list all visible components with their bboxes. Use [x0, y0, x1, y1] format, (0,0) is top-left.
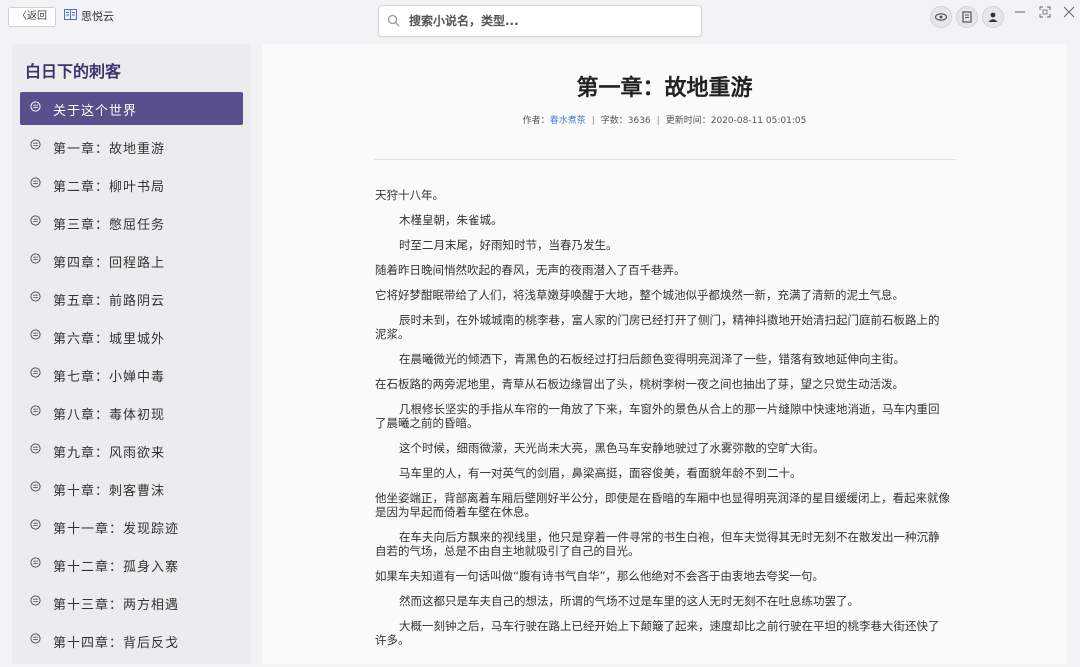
word-count: 3636	[627, 116, 651, 126]
paragraph: 天狩十八年。	[375, 188, 444, 202]
paragraph: 大概一刻钟之后，马车行驶在路上已经开始上下颠簸了起来，速度却比之前行驶在平坦的桃…	[375, 619, 940, 647]
chapter-label: 第四章：回程路上	[53, 256, 166, 271]
chapter-label: 第一章：故地重游	[53, 142, 166, 157]
chapter-item[interactable]: 第四章：回程路上	[20, 244, 243, 277]
close-icon[interactable]	[1062, 5, 1076, 19]
chapter-item[interactable]: 第五章：前路阴云	[20, 282, 243, 315]
paragraph: 时至二月末尾，好雨知时节，当春乃发生。	[399, 238, 618, 252]
chapter-icon	[30, 405, 41, 416]
chapter-label: 第六章：城里城外	[53, 332, 166, 347]
chapter-icon	[30, 595, 41, 606]
paragraph: 如果车夫知道有一句话叫做“腹有诗书气自华”，那么他绝对不会吝于由衷地去夸奖一句。	[375, 569, 824, 583]
user-button[interactable]	[982, 6, 1004, 28]
chapter-item[interactable]: 第十一章：发现踪迹	[20, 510, 243, 543]
chapter-item[interactable]: 第十四章：背后反戈	[20, 624, 243, 657]
chapter-icon	[30, 291, 41, 302]
minimize-icon[interactable]	[1013, 5, 1027, 19]
chapter-item[interactable]: 第三章：憋屈任务	[20, 206, 243, 239]
app-logo-icon	[64, 9, 77, 20]
chapter-label: 第五章：前路阴云	[53, 294, 166, 309]
paragraph: 木槿皇朝，朱雀城。	[399, 213, 503, 227]
view-button[interactable]	[930, 6, 952, 28]
paragraph: 在石板路的两旁泥地里，青草从石板边缘冒出了头，桃树李树一夜之间也抽出了芽，望之只…	[375, 377, 904, 391]
chapter-label: 第十三章：两方相遇	[53, 598, 180, 613]
paragraph: 辰时未到，在外城城南的桃李巷，富人家的门房已经打开了侧门，精神抖擞地开始清扫起门…	[375, 313, 940, 341]
chapter-sidebar: 白日下的刺客 关于这个世界第一章：故地重游 第二章：柳叶书局 第三章：憋屈任务 第四章…	[12, 44, 250, 664]
chapter-label: 第十四章：背后反戈	[53, 636, 180, 651]
chapter-label: 第三章：憋屈任务	[53, 218, 166, 233]
updated-time: 2020-08-11 05:01:05	[710, 116, 807, 126]
chapter-label: 第九章：风雨欲来	[53, 446, 166, 461]
chapter-icon	[30, 139, 41, 150]
chapter-item[interactable]: 第七章：小婵中毒	[20, 358, 243, 391]
chapter-icon	[30, 633, 41, 644]
chapter-label: 第二章：柳叶书局	[53, 180, 166, 195]
chapter-label: 第七章：小婵中毒	[53, 370, 166, 385]
bookshelf-button[interactable]	[956, 6, 978, 28]
panel-separator	[250, 44, 262, 664]
chapter-icon	[30, 367, 41, 378]
chapter-icon	[30, 215, 41, 226]
chapter-item[interactable]: 关于这个世界	[20, 92, 243, 125]
chapter-label: 第八章：毒体初现	[53, 408, 166, 423]
author-link[interactable]: 春水煮茶	[550, 116, 586, 126]
user-icon	[988, 12, 998, 22]
chapter-body: 天狩十八年。木槿皇朝，朱雀城。时至二月末尾，好雨知时节，当春乃发生。随着昨日晚间…	[375, 188, 950, 658]
chapter-item[interactable]: 第二章：柳叶书局	[20, 168, 243, 201]
paragraph: 随着昨日晚间悄然吹起的春风，无声的夜雨潜入了百千巷弄。	[375, 263, 686, 277]
chapter-label: 第十二章：孤身入寨	[53, 560, 180, 575]
chapter-meta: 作者：春水煮茶 | 字数：3636 | 更新时间：2020-08-11 05:01:05	[262, 113, 1067, 126]
paragraph: 他坐姿端正，背部离着车厢后壁刚好半公分，即使是在昏暗的车厢中也显得明亮润泽的星目…	[375, 491, 950, 519]
chapter-icon	[30, 329, 41, 340]
chapter-icon	[30, 253, 41, 264]
paragraph: 然而这都只是车夫自己的想法，所谓的气场不过是车里的这人无时无刻不在吐息练功罢了。	[399, 594, 859, 608]
app-name: 思悦云	[81, 10, 114, 23]
chapter-label: 第十一章：发现踪迹	[53, 522, 180, 537]
chapter-item[interactable]: 第一章：故地重游	[20, 130, 243, 163]
paragraph: 几根修长坚实的手指从车帘的一角放了下来，车窗外的景色从合上的那一片缝隙中快速地消…	[375, 402, 940, 430]
chapter-icon	[30, 519, 41, 530]
reading-pane: 第一章：故地重游 作者：春水煮茶 | 字数：3636 | 更新时间：2020-08-11…	[262, 44, 1067, 664]
word-count-label: 字数：	[600, 116, 628, 126]
meta-separator: |	[591, 116, 595, 126]
meta-separator: |	[656, 116, 660, 126]
chapter-icon	[30, 443, 41, 454]
search-box[interactable]	[378, 5, 702, 37]
search-icon	[387, 14, 400, 27]
chapter-icon	[30, 101, 41, 112]
paragraph: 这个时候，细雨微濛，天光尚未大亮，黑色马车安静地驶过了水雾弥散的空旷大街。	[399, 441, 825, 455]
back-button[interactable]: 〈返回	[8, 7, 56, 27]
chapter-label: 关于这个世界	[53, 104, 138, 119]
chapter-icon	[30, 557, 41, 568]
chapter-icon	[30, 177, 41, 188]
chapter-icon	[30, 481, 41, 492]
updated-label: 更新时间：	[665, 116, 711, 126]
chapter-item[interactable]: 第十章：刺客曹沫	[20, 472, 243, 505]
chapter-item[interactable]: 第九章：风雨欲来	[20, 434, 243, 467]
book-title: 白日下的刺客	[25, 62, 122, 81]
paragraph: 它将好梦酣眠带给了人们，将浅草嫩芽唤醒于大地，整个城池似乎都焕然一新，充满了清新…	[375, 288, 904, 302]
chapter-label: 第十章：刺客曹沫	[53, 484, 166, 499]
chapter-item[interactable]: 第十三章：两方相遇	[20, 586, 243, 619]
eye-icon	[934, 13, 948, 21]
book-icon	[962, 11, 972, 23]
maximize-icon[interactable]	[1038, 5, 1052, 19]
chapter-title: 第一章：故地重游	[576, 76, 753, 101]
chapter-item[interactable]: 第六章：城里城外	[20, 320, 243, 353]
chapter-item[interactable]: 第八章：毒体初现	[20, 396, 243, 429]
title-divider	[374, 159, 956, 160]
title-bar: 〈返回 思悦云	[0, 0, 1080, 40]
chapter-list: 关于这个世界第一章：故地重游 第二章：柳叶书局 第三章：憋屈任务 第四章：回程路上 第五…	[20, 92, 243, 662]
paragraph: 马车里的人，有一对英气的剑眉，鼻梁高挺，面容俊美，看面貌年龄不到二十。	[399, 466, 802, 480]
paragraph: 在车夫向后方飘来的视线里，他只是穿着一件寻常的书生白袍，但车夫觉得其无时无刻不在…	[375, 530, 940, 558]
search-input[interactable]	[409, 12, 689, 30]
chapter-item[interactable]: 第十二章：孤身入寨	[20, 548, 243, 581]
paragraph: 在晨曦微光的倾洒下，青黑色的石板经过打扫后颜色变得明亮润泽了一些，错落有致地延伸…	[399, 352, 905, 366]
author-label: 作者：	[522, 116, 550, 126]
